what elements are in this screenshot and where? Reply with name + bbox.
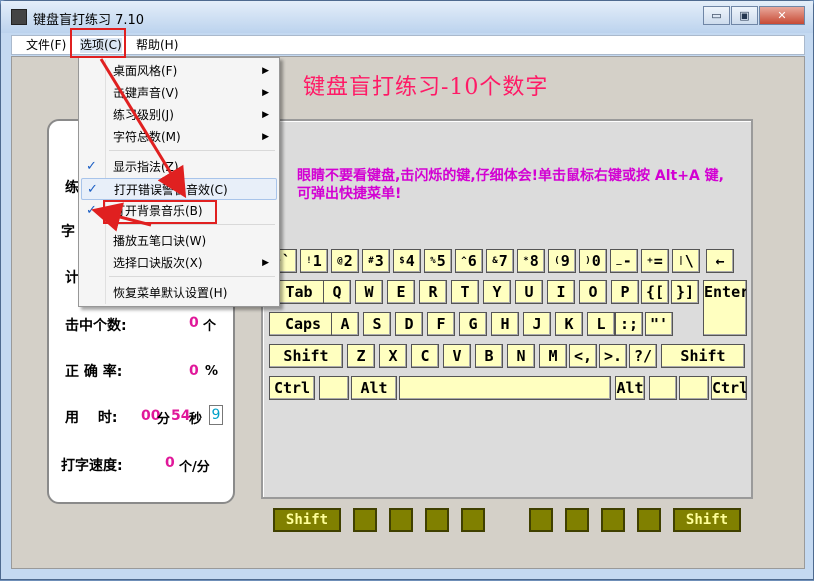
annotation-arrow-1	[99, 58, 187, 199]
annotation-arrows	[91, 58, 187, 232]
app-window: 键盘盲打练习 7.10 ▭ ▣ ✕ 文件(F) 选项(C) 帮助(H) 键盘盲打…	[0, 0, 814, 580]
annotation-arrow-2	[91, 202, 152, 232]
